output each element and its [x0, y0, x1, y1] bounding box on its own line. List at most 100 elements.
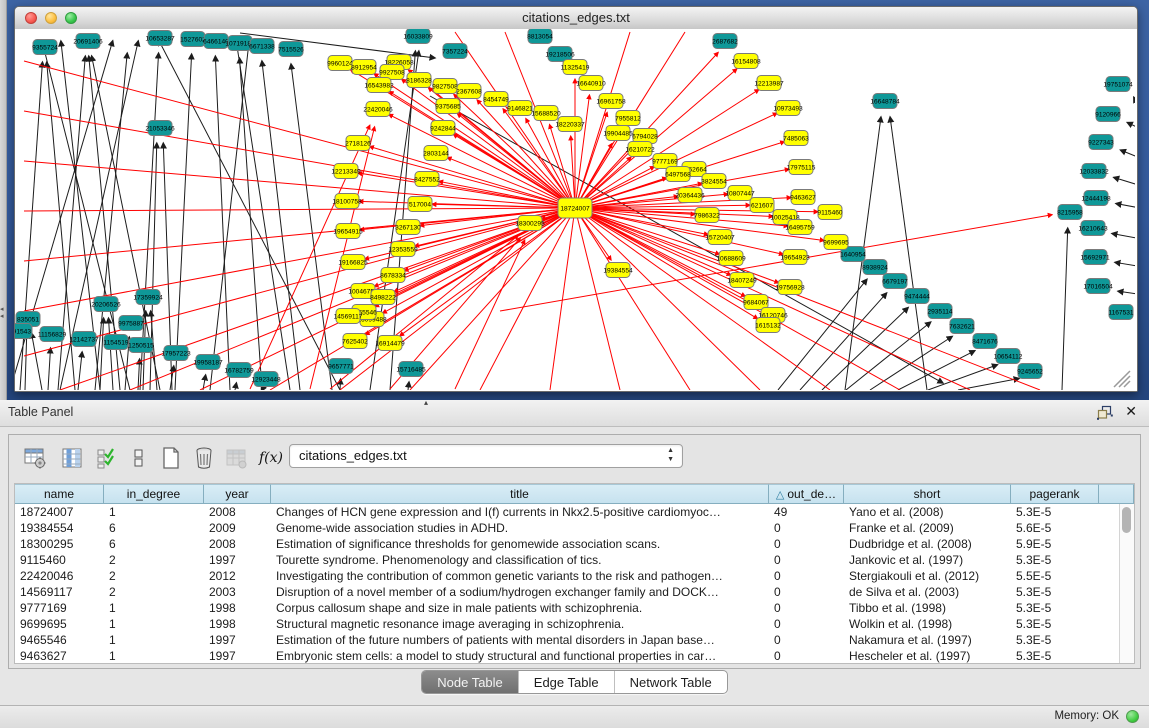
node[interactable]: 16210643: [1078, 221, 1108, 236]
node[interactable]: 9827508: [432, 79, 458, 94]
table-row[interactable]: 1872400712008Changes of HCN gene express…: [15, 504, 1120, 520]
node[interactable]: 2935114: [927, 304, 953, 319]
node[interactable]: 19904485: [603, 126, 633, 141]
node[interactable]: 1615132: [755, 318, 781, 333]
node[interactable]: 7986322: [694, 208, 720, 223]
splitter-handle-icon[interactable]: ▴: [424, 398, 428, 407]
node[interactable]: 8498222: [370, 290, 396, 305]
node[interactable]: 15688520: [531, 106, 561, 121]
node[interactable]: 8938924: [862, 260, 888, 275]
control-panel-splitter[interactable]: ◂◂: [0, 0, 7, 400]
node[interactable]: 9227343: [1088, 135, 1114, 150]
column-header-name[interactable]: name: [15, 484, 104, 504]
scrollbar-thumb[interactable]: [1122, 507, 1131, 533]
node[interactable]: 7515526: [278, 42, 304, 57]
node[interactable]: 8186328: [406, 73, 432, 88]
column-header-title[interactable]: title: [271, 484, 769, 504]
select-all-rows-icon[interactable]: [93, 443, 121, 473]
node[interactable]: 18220337: [555, 117, 585, 132]
vertical-scrollbar[interactable]: [1119, 504, 1134, 663]
node[interactable]: 16033809: [403, 29, 433, 44]
node[interactable]: 9375685: [435, 99, 461, 114]
column-visibility-icon[interactable]: [58, 443, 86, 473]
node[interactable]: 11325419: [561, 60, 590, 75]
node[interactable]: 20364436: [675, 188, 705, 203]
node[interactable]: 2367608: [456, 84, 482, 99]
node[interactable]: 2803144: [423, 146, 449, 161]
node[interactable]: 16543982: [364, 78, 394, 93]
node[interactable]: 16154808: [731, 54, 761, 69]
node[interactable]: 2718126: [345, 136, 371, 151]
float-window-icon[interactable]: [1097, 405, 1113, 420]
node[interactable]: 8454749: [483, 92, 509, 107]
tab-network-table[interactable]: Network Table: [615, 671, 727, 693]
node[interactable]: 12033832: [1079, 164, 1109, 179]
node[interactable]: 6671338: [249, 39, 275, 54]
node[interactable]: 8471676: [972, 334, 998, 349]
table-row[interactable]: 1456911722003Disruption of a novel membe…: [15, 584, 1120, 600]
node[interactable]: 18724007: [558, 198, 592, 218]
table-selector-dropdown[interactable]: citations_edges.txt ▲▼: [289, 444, 683, 468]
node[interactable]: 14569117: [334, 309, 363, 324]
node[interactable]: 7485063: [783, 131, 809, 146]
table-row[interactable]: 969969511998Structural magnetic resonanc…: [15, 616, 1120, 632]
node[interactable]: 9474444: [904, 289, 930, 304]
tab-edge-table[interactable]: Edge Table: [519, 671, 615, 693]
node[interactable]: 12213987: [754, 76, 784, 91]
node[interactable]: 16782759: [224, 363, 254, 378]
node[interactable]: 9245652: [1017, 364, 1043, 379]
tab-node-table[interactable]: Node Table: [422, 671, 519, 693]
network-view-window[interactable]: citations_edges.txt 93557242069140610653…: [14, 6, 1138, 392]
table-row[interactable]: 911546021997Tourette syndrome. Phenomeno…: [15, 552, 1120, 568]
node[interactable]: 12142737: [69, 332, 99, 347]
node[interactable]: 15692971: [1080, 250, 1110, 265]
node[interactable]: 1154519: [103, 335, 129, 350]
node[interactable]: 20691406: [73, 34, 103, 49]
node[interactable]: 10807447: [725, 186, 755, 201]
table-row[interactable]: 1938455462009Genome-wide association stu…: [15, 520, 1120, 536]
node[interactable]: 12444198: [1081, 191, 1111, 206]
node[interactable]: 19166825: [338, 255, 368, 270]
node[interactable]: 22420046: [363, 102, 393, 117]
node[interactable]: 9355724: [32, 40, 58, 55]
table-row[interactable]: 977716911998Corpus callosum shape and si…: [15, 600, 1120, 616]
import-table-icon[interactable]: [222, 443, 250, 473]
table-row[interactable]: 1830029562008Estimation of significance …: [15, 536, 1120, 552]
node[interactable]: 19654915: [333, 224, 363, 239]
node[interactable]: 7955812: [615, 111, 641, 126]
node[interactable]: 8813054: [527, 29, 553, 44]
node[interactable]: 17359924: [133, 290, 163, 305]
node[interactable]: 18300295: [515, 216, 545, 231]
node[interactable]: 18407249: [727, 273, 757, 288]
node[interactable]: 9146821: [507, 101, 533, 116]
table-row[interactable]: 946554611997Estimation of the future num…: [15, 632, 1120, 648]
node[interactable]: 19654923: [780, 250, 810, 265]
node[interactable]: 17016504: [1083, 279, 1113, 294]
node[interactable]: 9120966: [1095, 107, 1121, 122]
column-header-year[interactable]: year: [204, 484, 271, 504]
node[interactable]: 6679197: [882, 274, 908, 289]
window-resize-grip[interactable]: [1114, 371, 1130, 387]
node[interactable]: 15716485: [396, 362, 426, 377]
node[interactable]: 391543: [15, 324, 32, 339]
node[interactable]: 10654112: [994, 349, 1023, 364]
node[interactable]: 11156829: [38, 327, 67, 342]
node[interactable]: 1167531: [1108, 305, 1134, 320]
node[interactable]: 9657771: [328, 359, 354, 374]
node[interactable]: 7632621: [949, 319, 975, 334]
node[interactable]: 3824554: [701, 174, 727, 189]
node[interactable]: 621607: [750, 198, 774, 213]
node[interactable]: 9960124: [327, 56, 353, 71]
close-icon[interactable]: ✕: [1125, 403, 1137, 420]
node[interactable]: 19756928: [775, 280, 805, 295]
node[interactable]: 2687682: [712, 34, 738, 49]
node[interactable]: 8678334: [380, 268, 406, 283]
function-builder-icon[interactable]: f(x): [257, 443, 285, 473]
column-header-outde[interactable]: △out_de…: [769, 484, 844, 504]
column-header-indegree[interactable]: in_degree: [104, 484, 204, 504]
node[interactable]: 9975887: [118, 316, 144, 331]
node[interactable]: 16495759: [785, 220, 815, 235]
node[interactable]: 9115460: [817, 205, 843, 220]
node[interactable]: 16640910: [576, 76, 606, 91]
node[interactable]: 1250515: [128, 338, 154, 353]
